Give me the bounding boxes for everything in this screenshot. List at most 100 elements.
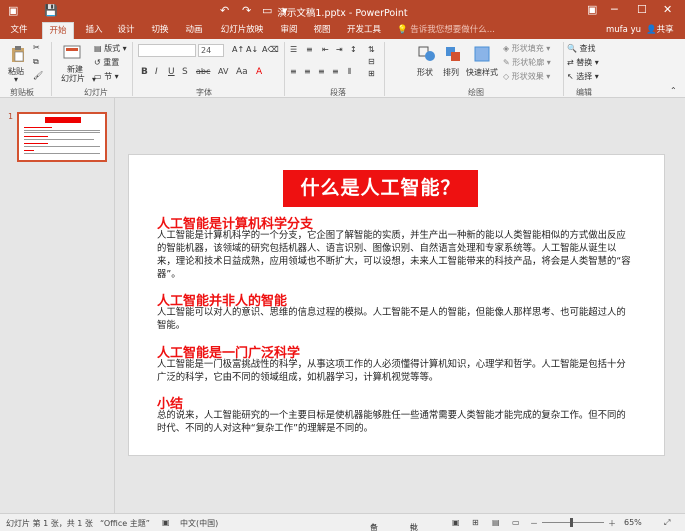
title-bar: ▣ 💾 ↶ ↷ ▭ ▾ 演示文稿1.pptx - PowerPoint ▣ ─ …: [0, 0, 685, 22]
thumbnail-title-mark: [45, 117, 81, 123]
tab-developer[interactable]: 开发工具: [344, 22, 384, 39]
justify-icon[interactable]: ≡: [332, 67, 339, 76]
underline-icon[interactable]: U: [168, 67, 175, 77]
lightbulb-icon: 💡: [397, 25, 411, 35]
clipboard-group-label: 剪贴板: [10, 88, 34, 97]
tab-review[interactable]: 审阅: [276, 22, 302, 39]
replace-button[interactable]: ⇄ 替换 ▾: [567, 57, 599, 68]
slide-number: 1: [8, 112, 14, 121]
slides-group-label: 幻灯片: [84, 88, 108, 97]
align-text-icon[interactable]: ⊟: [368, 57, 375, 66]
fit-to-window-icon[interactable]: ⤢: [664, 518, 670, 528]
thumbnail-line: [24, 139, 94, 140]
slide-title[interactable]: 什么是人工智能？: [283, 170, 478, 207]
tell-me-input[interactable]: 💡 告诉我您想要做什么...: [397, 22, 495, 39]
char-spacing-icon[interactable]: AV: [218, 67, 228, 76]
line-spacing-icon[interactable]: ↕: [350, 45, 357, 54]
slide-thumbnail[interactable]: [17, 112, 107, 162]
slide-canvas[interactable]: 什么是人工智能？ 人工智能是计算机科学分支 人工智能是计算机科学的一个分支，它企…: [128, 154, 665, 456]
quick-styles-icon[interactable]: [473, 45, 491, 63]
decrease-font-icon[interactable]: A↓: [246, 45, 258, 54]
tab-insert[interactable]: 插入: [80, 22, 108, 39]
ribbon-options-icon[interactable]: ▣: [587, 3, 597, 16]
tab-animations[interactable]: 动画: [180, 22, 208, 39]
effects-icon: ◇: [503, 72, 512, 81]
section-body[interactable]: 人工智能是计算机科学的一个分支，它企图了解智能的实质，并生产出一种新的能以人类智…: [157, 229, 635, 281]
bullets-icon[interactable]: ☰: [290, 45, 297, 54]
tab-file[interactable]: 文件: [4, 22, 34, 39]
cursor-icon: ↖: [567, 72, 577, 81]
reset-button[interactable]: ↺ 重置: [94, 57, 119, 68]
paste-dropdown-icon[interactable]: ▾: [14, 75, 18, 84]
zoom-slider-thumb[interactable]: [570, 518, 573, 527]
new-slide-icon[interactable]: [63, 43, 81, 61]
find-button[interactable]: 🔍 查找: [567, 43, 596, 54]
shape-effects-button[interactable]: ◇ 形状效果 ▾: [503, 71, 550, 82]
cut-icon[interactable]: ✂: [33, 43, 40, 52]
zoom-slider[interactable]: [542, 522, 604, 523]
copy-icon[interactable]: ⧉: [33, 57, 39, 67]
user-name[interactable]: mufa yu: [606, 22, 641, 39]
shapes-button[interactable]: 形状: [417, 67, 433, 78]
thumbnail-line: [24, 130, 100, 131]
arrange-icon[interactable]: [444, 45, 462, 63]
font-name-combo[interactable]: [138, 44, 196, 57]
shape-outline-button[interactable]: ✎ 形状轮廓 ▾: [503, 57, 551, 68]
arrange-button[interactable]: 排列: [443, 67, 459, 78]
minimize-icon[interactable]: ─: [611, 3, 618, 16]
font-color-icon[interactable]: A: [256, 67, 262, 77]
decrease-indent-icon[interactable]: ⇤: [322, 45, 329, 54]
collapse-ribbon-icon[interactable]: ⌃: [670, 86, 677, 95]
section-body[interactable]: 总的说来，人工智能研究的一个主要目标是使机器能够胜任一些通常需要人类智能才能完成…: [157, 409, 635, 435]
share-icon: 👤: [646, 25, 657, 35]
thumbnail-line: [24, 132, 100, 133]
layout-button[interactable]: ▤ 版式 ▾: [94, 43, 127, 54]
layout-icon: ▤: [94, 44, 105, 53]
columns-icon[interactable]: ⫴: [348, 67, 351, 77]
clear-format-icon[interactable]: A⌫: [262, 45, 279, 54]
change-case-icon[interactable]: Aa: [236, 67, 248, 77]
section-icon: ▭: [94, 72, 105, 81]
language-status[interactable]: 中文(中国): [180, 518, 218, 529]
align-left-icon[interactable]: ≡: [290, 67, 297, 76]
align-center-icon[interactable]: ≡: [304, 67, 311, 76]
format-painter-icon[interactable]: 🖌: [33, 71, 43, 80]
window-title: 演示文稿1.pptx - PowerPoint: [277, 8, 408, 19]
select-button[interactable]: ↖ 选择 ▾: [567, 71, 599, 82]
section-button[interactable]: ▭ 节 ▾: [94, 71, 119, 82]
italic-icon[interactable]: I: [155, 67, 158, 77]
smartart-icon[interactable]: ⊞: [368, 69, 375, 78]
align-right-icon[interactable]: ≡: [318, 67, 325, 76]
shape-fill-button[interactable]: ◈ 形状填充 ▾: [503, 43, 550, 54]
section-body[interactable]: 人工智能可以对人的意识、思维的信息过程的模拟。人工智能不是人的智能，但能像人那样…: [157, 306, 635, 332]
reading-view-icon[interactable]: ▤: [492, 518, 500, 527]
tab-slideshow[interactable]: 幻灯片放映: [218, 22, 266, 39]
thumbnail-line: [24, 143, 48, 144]
zoom-level[interactable]: 65%: [624, 518, 642, 527]
close-icon[interactable]: ✕: [663, 3, 672, 16]
maximize-icon[interactable]: ☐: [637, 3, 647, 16]
zoom-in-icon[interactable]: ＋: [608, 518, 616, 529]
shapes-icon[interactable]: [418, 45, 436, 63]
numbering-icon[interactable]: ≡: [306, 45, 313, 54]
tab-home[interactable]: 开始: [42, 22, 74, 39]
normal-view-icon[interactable]: ▣: [452, 518, 460, 527]
zoom-out-icon[interactable]: －: [530, 518, 538, 529]
share-button[interactable]: 👤共享: [646, 22, 674, 39]
tab-view[interactable]: 视图: [308, 22, 336, 39]
bold-icon[interactable]: B: [141, 67, 148, 77]
proofing-icon[interactable]: ▣: [162, 518, 170, 527]
tab-transitions[interactable]: 切换: [146, 22, 174, 39]
paste-icon[interactable]: [9, 45, 27, 63]
text-direction-icon[interactable]: ⇅: [368, 45, 375, 54]
slideshow-view-icon[interactable]: ▭: [512, 518, 520, 527]
shadow-icon[interactable]: S: [182, 67, 188, 77]
quick-styles-button[interactable]: 快速样式: [466, 67, 498, 78]
tab-design[interactable]: 设计: [112, 22, 140, 39]
increase-indent-icon[interactable]: ⇥: [336, 45, 343, 54]
strikethrough-icon[interactable]: abc: [196, 67, 210, 76]
increase-font-icon[interactable]: A↑: [232, 45, 244, 54]
font-size-combo[interactable]: 24: [198, 44, 224, 57]
slide-sorter-icon[interactable]: ⊞: [472, 518, 479, 527]
section-body[interactable]: 人工智能是一门极富挑战性的科学，从事这项工作的人必须懂得计算机知识，心理学和哲学…: [157, 358, 635, 384]
